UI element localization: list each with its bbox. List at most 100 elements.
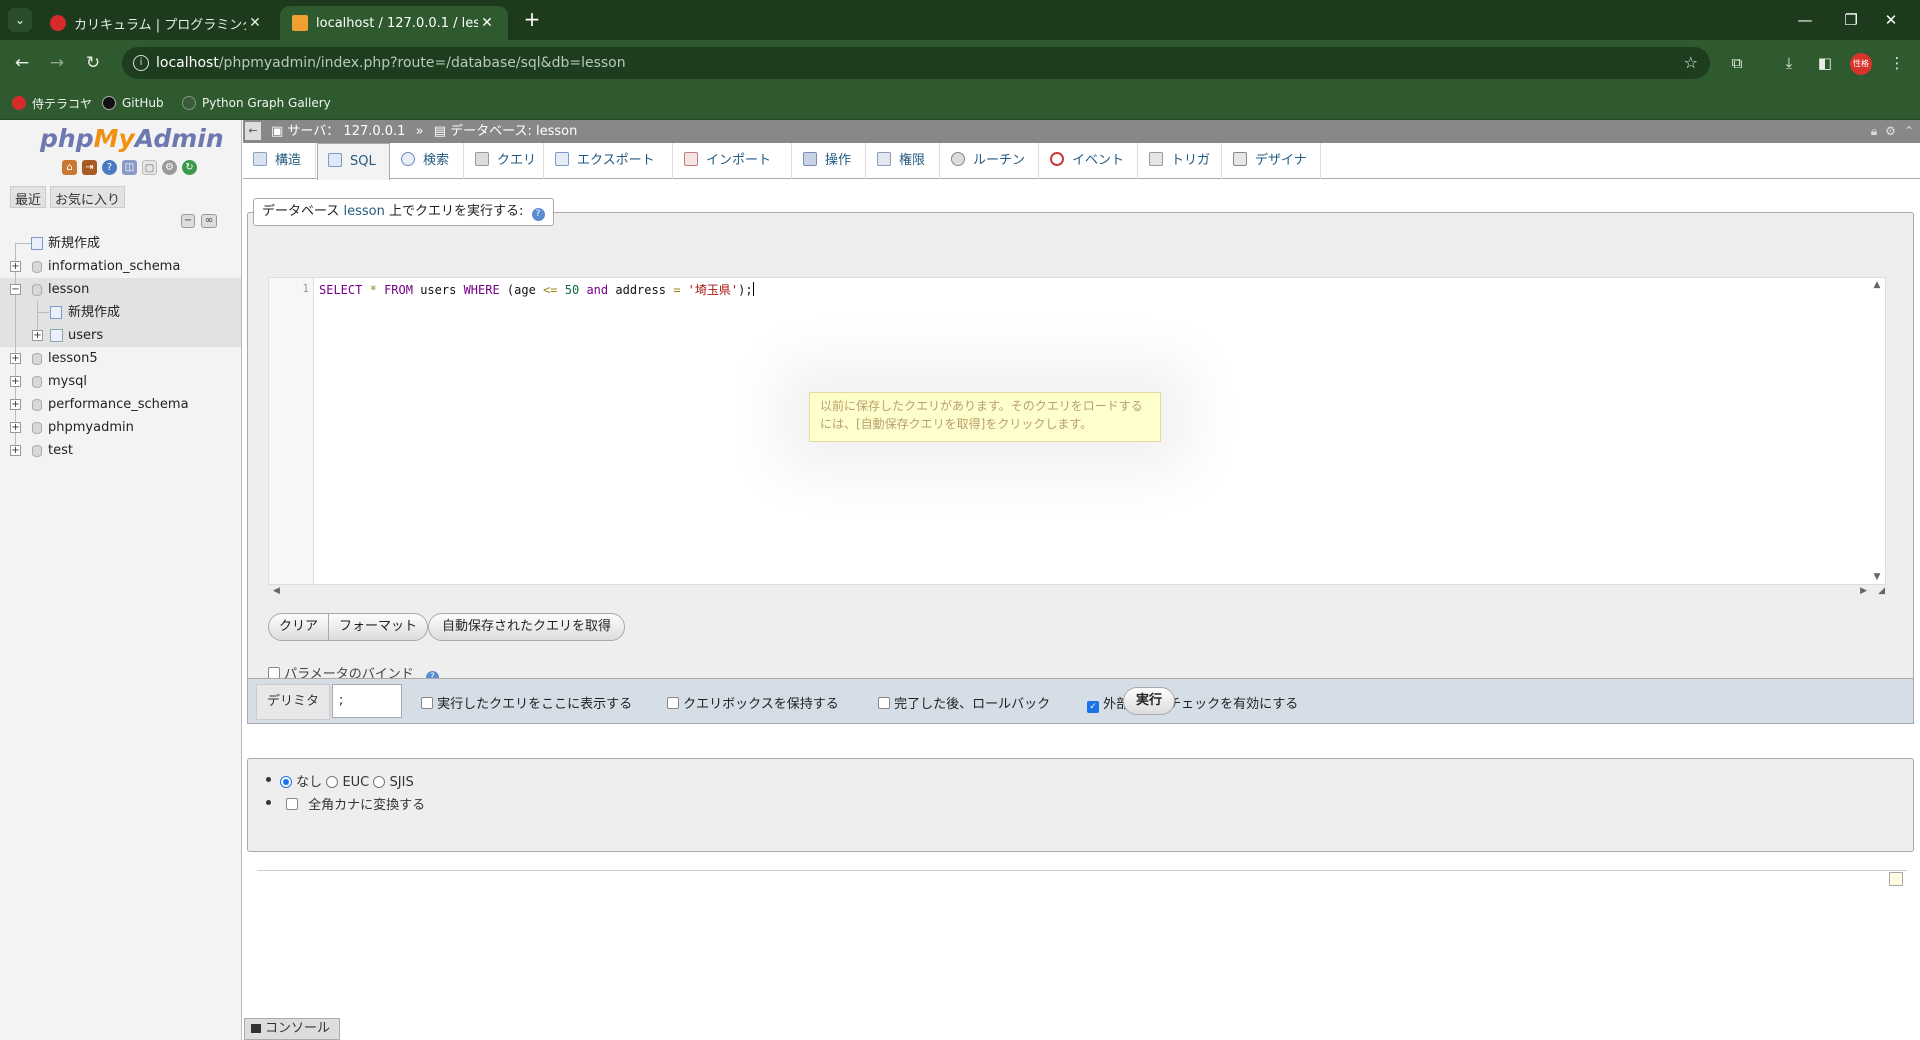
tab-privileges[interactable]: 権限	[867, 143, 940, 179]
show-query-checkbox[interactable]	[421, 697, 433, 709]
tree-db-phpmyadmin[interactable]: + phpmyadmin	[0, 416, 241, 439]
profile-avatar[interactable]: 性格	[1850, 53, 1872, 75]
tab-structure[interactable]: 構造	[243, 143, 316, 179]
tab-designer[interactable]: デザイナ	[1223, 143, 1321, 179]
settings-gear-icon[interactable]: ⚙	[162, 160, 177, 175]
expand-plus-icon[interactable]: +	[10, 353, 21, 364]
scroll-down-icon[interactable]: ▼	[1869, 572, 1885, 582]
expand-plus-icon[interactable]: +	[10, 445, 21, 456]
rollback-checkbox[interactable]	[878, 697, 890, 709]
collapse-minus-icon[interactable]: −	[10, 284, 21, 295]
retain-query-box-checkbox[interactable]	[667, 697, 679, 709]
tree-table-users[interactable]: + users	[0, 324, 241, 347]
expand-plus-icon[interactable]: +	[10, 422, 21, 433]
tab-export[interactable]: エクスポート	[545, 143, 673, 179]
address-bar[interactable]: i localhost/phpmyadmin/index.php?route=/…	[122, 47, 1710, 79]
tree-db-mysql[interactable]: + mysql	[0, 370, 241, 393]
tab-routines[interactable]: ルーチン	[941, 143, 1039, 179]
tab-search[interactable]: 検索	[391, 143, 464, 179]
tree-db-lesson5[interactable]: + lesson5	[0, 347, 241, 370]
forward-arrow-icon[interactable]: →	[44, 50, 70, 76]
scroll-left-icon[interactable]: ◀	[273, 586, 280, 596]
phpmyadmin-logo[interactable]: phpMyAdmin	[40, 124, 224, 153]
new-table-icon	[50, 306, 62, 319]
tab-triggers[interactable]: トリガ	[1139, 143, 1222, 179]
tab-operations[interactable]: 操作	[793, 143, 866, 179]
sql-editor[interactable]: 1 SELECT * FROM users WHERE (age <= 50 a…	[268, 277, 1886, 596]
browser-tab-phpmyadmin[interactable]: localhost / 127.0.0.1 / lesson | p ✕	[280, 6, 508, 40]
go-button[interactable]: 実行	[1123, 687, 1175, 715]
help-icon[interactable]: ?	[102, 160, 117, 175]
extensions-puzzle-icon[interactable]: ⧉	[1724, 50, 1750, 76]
tree-lesson-new-table[interactable]: 新規作成	[0, 301, 241, 324]
encoding-euc-radio[interactable]	[326, 776, 339, 788]
scroll-up-icon[interactable]: ▲	[1869, 280, 1885, 290]
console-toggle[interactable]: コンソール	[244, 1018, 340, 1040]
tree-db-test[interactable]: + test	[0, 439, 241, 462]
bookmark-samurai[interactable]: 侍テラコヤ	[12, 94, 92, 112]
expand-plus-icon[interactable]: +	[10, 399, 21, 410]
format-button[interactable]: フォーマット	[328, 614, 427, 640]
reload-icon[interactable]: ↻	[80, 50, 106, 76]
help-icon[interactable]: ?	[531, 208, 545, 221]
get-autosaved-query-button[interactable]: 自動保存されたクエリを取得	[428, 613, 625, 641]
window-close-icon[interactable]: ✕	[1862, 0, 1920, 40]
expand-plus-icon[interactable]: +	[10, 261, 21, 272]
browser-menu-kebab-icon[interactable]: ⋮	[1884, 50, 1910, 76]
toggle-navigation-arrow-icon[interactable]: ←	[245, 122, 261, 140]
docs-icon[interactable]: ◫	[122, 160, 137, 175]
recent-tab[interactable]: 最近	[10, 186, 47, 208]
sql-code[interactable]: SELECT * FROM users WHERE (age <= 50 and…	[319, 280, 754, 300]
back-arrow-icon[interactable]: ←	[9, 50, 35, 76]
expand-plus-icon[interactable]: +	[32, 330, 43, 341]
home-icon[interactable]: ⌂	[62, 160, 77, 175]
encoding-sjis-radio[interactable]	[373, 776, 386, 788]
query-options-bar: デリミタ ; 実行したクエリをここに表示する クエリボックスを保持する 完了した…	[247, 678, 1914, 724]
database-icon: ▤	[433, 124, 451, 139]
foreign-key-check-checkbox[interactable]: ✓	[1087, 701, 1099, 713]
tree-new-database[interactable]: 新規作成	[0, 232, 241, 255]
tree-db-performance-schema[interactable]: + performance_schema	[0, 393, 241, 416]
bookmark-python-graph-gallery[interactable]: Python Graph Gallery	[182, 94, 331, 112]
download-icon[interactable]: ⤓	[1776, 50, 1802, 76]
kana-convert-checkbox[interactable]	[286, 798, 298, 810]
collapse-top-icon[interactable]: ⌃	[1904, 120, 1914, 143]
logout-icon[interactable]: ⇥	[82, 160, 97, 175]
clear-button[interactable]: クリア	[269, 614, 328, 640]
scroll-right-icon[interactable]: ▶	[1860, 586, 1867, 596]
resize-handle-icon[interactable]: ◢	[1878, 586, 1885, 596]
tab-close-icon[interactable]: ✕	[246, 15, 264, 31]
browser-tab-curriculum[interactable]: カリキュラム | プログラミング学習サイ ✕	[38, 6, 276, 40]
new-tab-plus-icon[interactable]: +	[520, 8, 544, 32]
recent-favorites-tabs: 最近 お気に入り	[10, 186, 126, 208]
encoding-none-radio[interactable]	[280, 776, 292, 788]
breadcrumb-server[interactable]: サーバ： 127.0.0.1	[287, 124, 405, 139]
bookmark-github[interactable]: GitHub	[102, 94, 164, 112]
site-info-icon[interactable]: i	[133, 55, 149, 71]
tree-db-information-schema[interactable]: + information_schema	[0, 255, 241, 278]
breadcrumb-database[interactable]: データベース: lesson	[450, 124, 577, 139]
tab-import[interactable]: インポート	[674, 143, 792, 179]
refresh-icon[interactable]: ↻	[182, 160, 197, 175]
tab-close-icon[interactable]: ✕	[478, 15, 496, 31]
settings-gear-icon[interactable]: ⚙	[1885, 120, 1896, 143]
tab-events[interactable]: イベント	[1040, 143, 1138, 179]
tab-search-chevron-icon[interactable]: ⌄	[8, 8, 32, 32]
tab-query[interactable]: クエリ	[465, 143, 544, 179]
delimiter-input[interactable]: ;	[332, 684, 402, 718]
routines-icon	[951, 152, 965, 166]
collapse-all-icon[interactable]: −	[181, 214, 195, 228]
lock-icon[interactable]: 🔒︎	[1871, 120, 1877, 143]
editor-vertical-scrollbar[interactable]: ▲ ▼	[1869, 278, 1885, 584]
page-settings-icon[interactable]	[1889, 872, 1903, 886]
tree-db-lesson[interactable]: − lesson	[0, 278, 241, 301]
favorites-tab[interactable]: お気に入り	[50, 186, 126, 208]
link-with-main-icon[interactable]: ∞	[201, 214, 217, 228]
retain-query-box-option: クエリボックスを保持する	[667, 693, 839, 712]
side-panel-icon[interactable]: ◧	[1812, 50, 1838, 76]
editor-horizontal-scrollbar[interactable]: ◀ ▶ ◢	[269, 586, 1887, 598]
bookmark-star-icon[interactable]: ☆	[1684, 47, 1698, 79]
expand-plus-icon[interactable]: +	[10, 376, 21, 387]
tab-sql[interactable]: SQL	[317, 143, 390, 180]
copy-icon[interactable]: ▢	[142, 160, 157, 175]
